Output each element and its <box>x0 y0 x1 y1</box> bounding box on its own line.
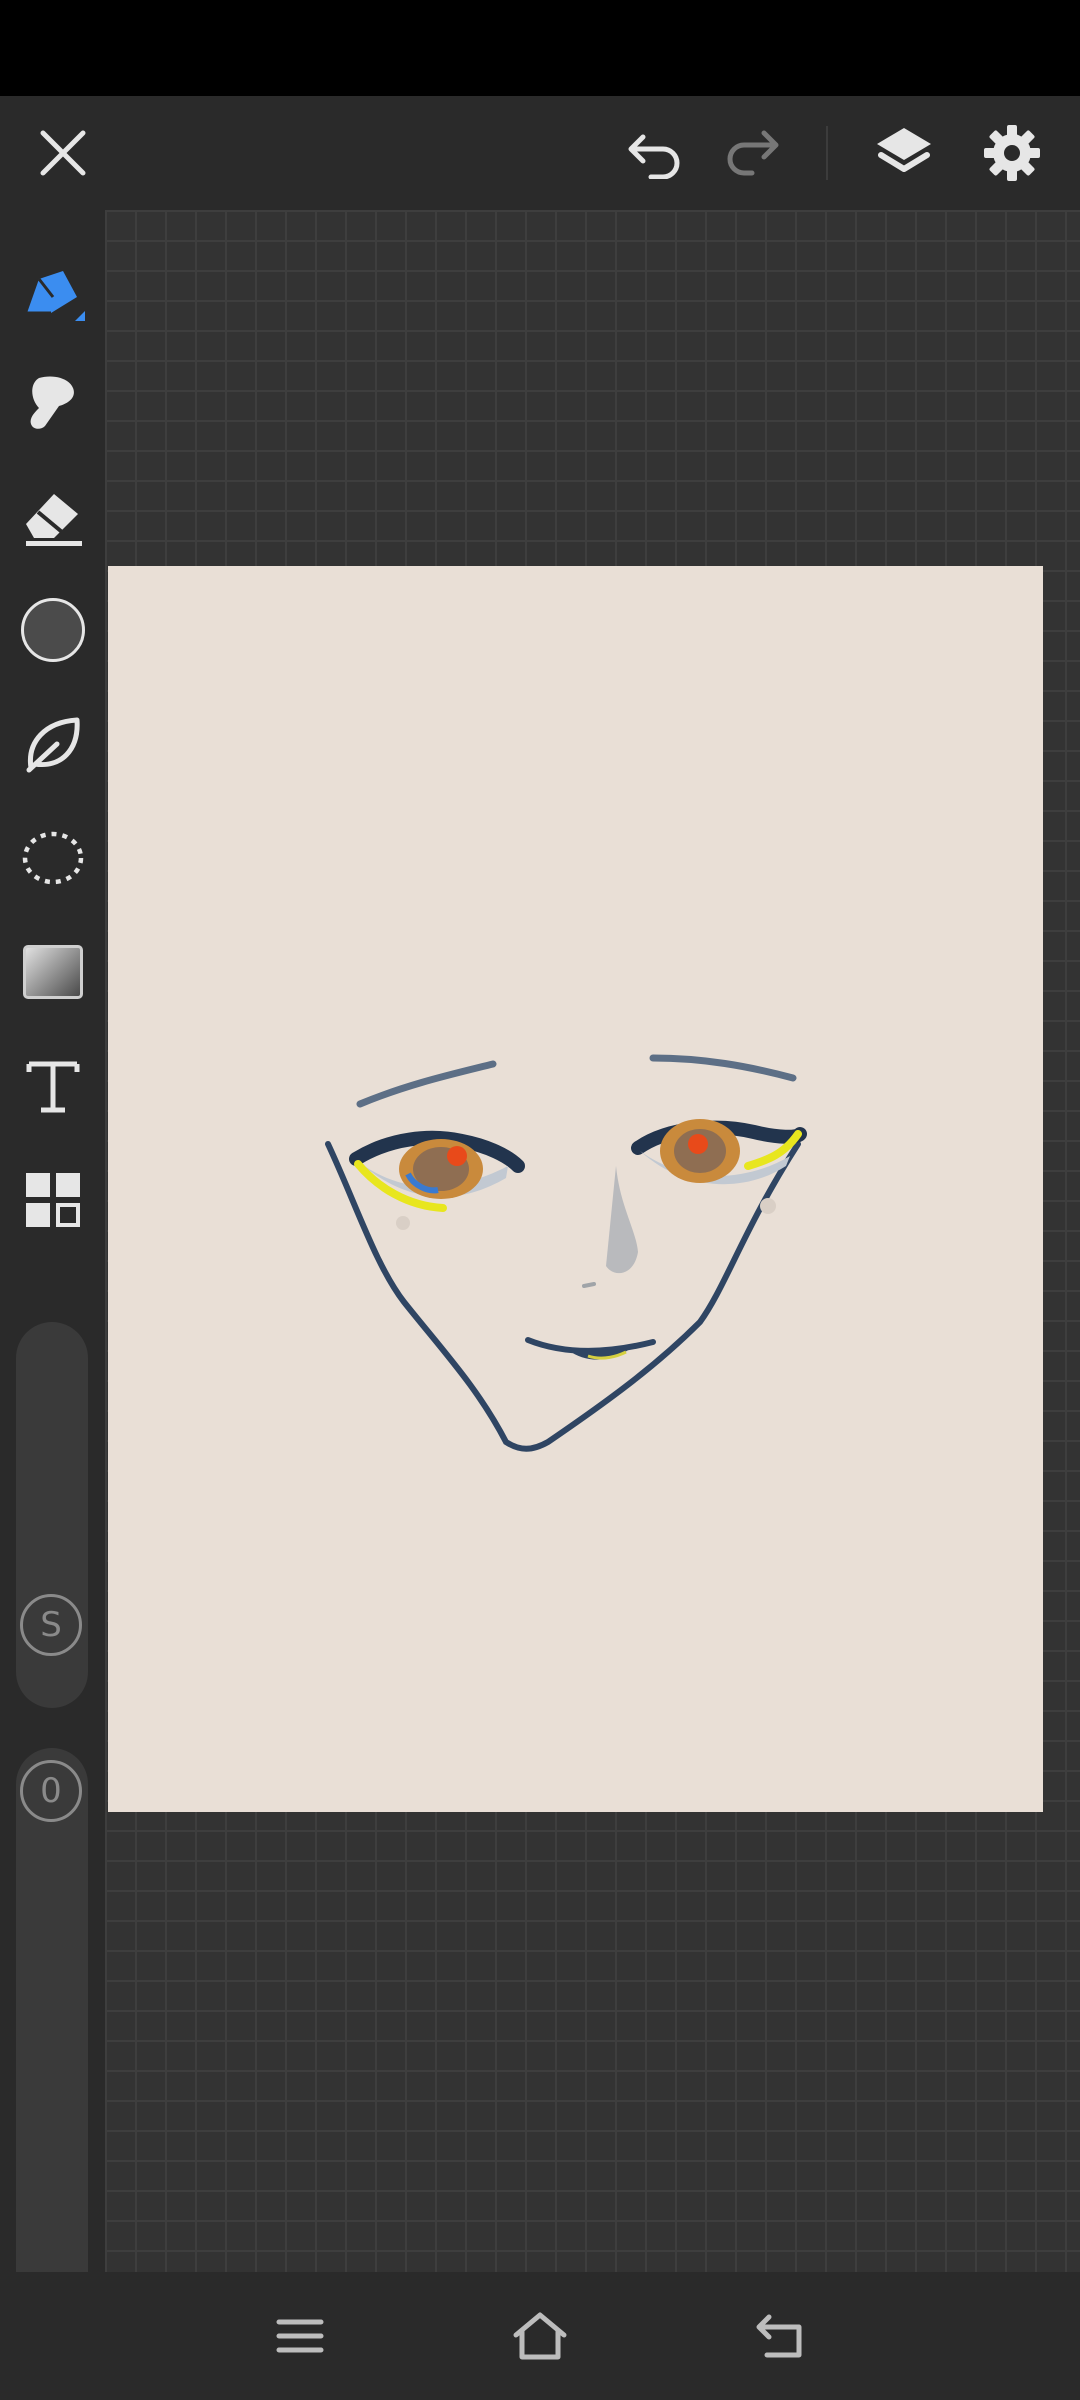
right-eye <box>631 1119 807 1214</box>
eraser-tool[interactable] <box>0 471 105 561</box>
leaf-icon <box>26 717 80 773</box>
face-drawing <box>325 1054 807 1452</box>
text-tool[interactable] <box>0 1041 105 1131</box>
text-icon <box>26 1061 79 1113</box>
close-button[interactable] <box>20 96 106 210</box>
gear-icon <box>984 125 1040 181</box>
opacity-knob[interactable]: 0 <box>20 1760 82 1822</box>
drawing-canvas[interactable] <box>108 566 1043 1812</box>
home-icon <box>513 2312 567 2360</box>
lasso-tool[interactable] <box>0 813 105 903</box>
opacity-slider[interactable] <box>16 1748 88 2344</box>
layers-icon <box>877 128 931 172</box>
color-picker[interactable] <box>0 585 105 675</box>
brush-size-knob[interactable]: S <box>20 1594 82 1656</box>
back-button[interactable] <box>740 2272 820 2400</box>
undo-icon <box>628 134 680 179</box>
redo-button[interactable] <box>712 96 792 210</box>
menu-button[interactable] <box>260 2272 340 2400</box>
undo-button[interactable] <box>615 96 695 210</box>
lasso-icon <box>22 831 83 885</box>
grid-icon <box>25 1173 80 1227</box>
layers-button[interactable] <box>864 96 944 210</box>
color-swatch <box>20 598 85 662</box>
system-nav-bar <box>0 2272 1080 2400</box>
toolbar-divider <box>826 126 828 180</box>
pen-tool[interactable] <box>0 252 105 342</box>
close-icon <box>40 130 86 176</box>
gradient-icon <box>22 945 83 999</box>
back-icon <box>756 2314 802 2358</box>
opacity-label: 0 <box>40 1771 62 1811</box>
left-eye <box>349 1130 525 1230</box>
home-button[interactable] <box>500 2272 580 2400</box>
status-bar <box>0 0 1080 96</box>
leaf-tool[interactable] <box>0 699 105 789</box>
eraser-icon <box>25 494 82 546</box>
pen-icon <box>26 271 85 321</box>
settings-button[interactable] <box>972 96 1052 210</box>
gradient-tool[interactable] <box>0 927 105 1017</box>
tool-sidebar: S 0 <box>0 210 105 2344</box>
smudge-tool[interactable] <box>0 357 105 447</box>
more-tools[interactable] <box>0 1155 105 1245</box>
smudge-icon <box>30 376 74 429</box>
redo-icon <box>727 130 779 176</box>
brush-size-label: S <box>40 1605 62 1645</box>
top-toolbar <box>0 96 1080 210</box>
menu-icon <box>276 2319 324 2353</box>
